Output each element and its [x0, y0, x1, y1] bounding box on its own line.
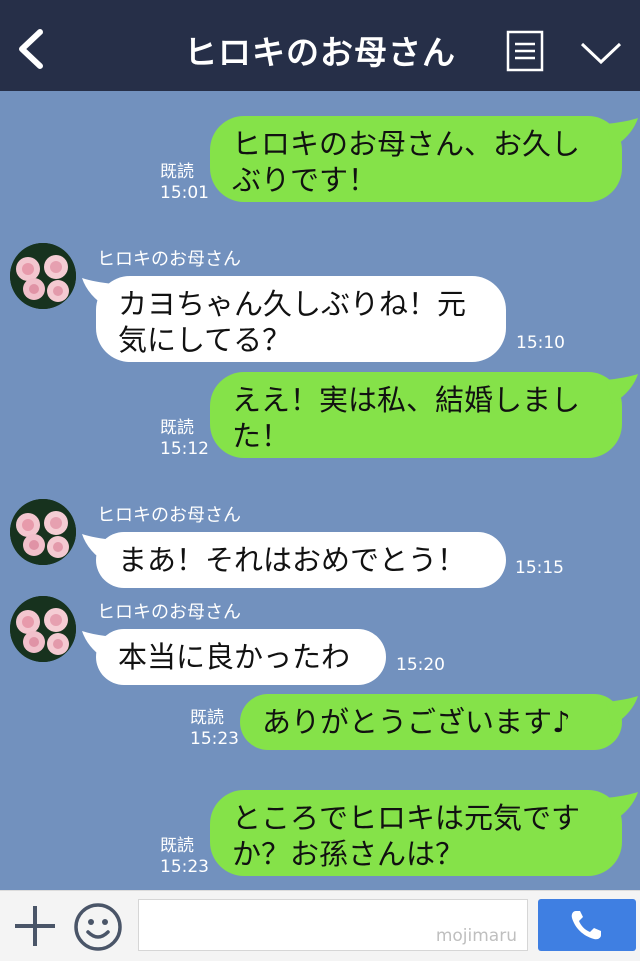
phone-icon — [571, 911, 601, 940]
their-message-bubble[interactable]: 本当に良かったわ — [96, 629, 386, 685]
my-bubble-tail — [606, 374, 638, 404]
my-message-bubble[interactable]: ありがとうございます♪ — [240, 694, 622, 750]
call-button[interactable] — [538, 899, 636, 951]
rose-avatar-image — [10, 243, 76, 309]
chat-title: ヒロキのお母さん — [184, 33, 456, 72]
message-time: 15:20 — [396, 655, 445, 675]
my-bubble-tail — [606, 792, 638, 822]
rose-avatar-image — [10, 596, 76, 662]
read-receipt: 既読 15:12 — [160, 418, 209, 459]
plus-icon[interactable] — [12, 903, 58, 949]
their-message-bubble[interactable]: カヨちゃん久しぶりね！元 気にしてる？ — [96, 276, 506, 362]
menu-list-icon[interactable] — [506, 30, 544, 72]
my-message-bubble[interactable]: ええ！実は私、結婚しまし た！ — [210, 372, 622, 458]
emoji-icon[interactable] — [72, 901, 124, 953]
sender-name: ヒロキのお母さん — [97, 602, 241, 623]
message-composer: mojimaru — [0, 890, 640, 961]
my-bubble-tail — [606, 118, 638, 148]
read-receipt: 既読 15:01 — [160, 162, 209, 203]
chevron-down-icon[interactable] — [578, 38, 624, 68]
my-message-bubble[interactable]: ところでヒロキは元気です か？お孫さんは？ — [210, 790, 622, 876]
sender-name: ヒロキのお母さん — [97, 505, 241, 526]
their-message-bubble[interactable]: まあ！それはおめでとう！ — [96, 532, 506, 588]
message-time: 15:10 — [516, 333, 565, 353]
chat-header: ヒロキのお母さん — [0, 0, 640, 91]
message-input[interactable]: mojimaru — [138, 899, 528, 951]
rose-avatar-image — [10, 499, 76, 565]
read-receipt: 既読 15:23 — [190, 708, 239, 749]
my-message-bubble[interactable]: ヒロキのお母さん、お久し ぶりです！ — [210, 116, 622, 202]
avatar[interactable] — [10, 499, 76, 565]
my-bubble-tail — [606, 696, 638, 726]
sender-name: ヒロキのお母さん — [97, 249, 241, 270]
message-time: 15:15 — [515, 558, 564, 578]
avatar[interactable] — [10, 596, 76, 662]
avatar[interactable] — [10, 243, 76, 309]
read-receipt: 既読 15:23 — [160, 836, 209, 877]
watermark: mojimaru — [435, 926, 517, 946]
